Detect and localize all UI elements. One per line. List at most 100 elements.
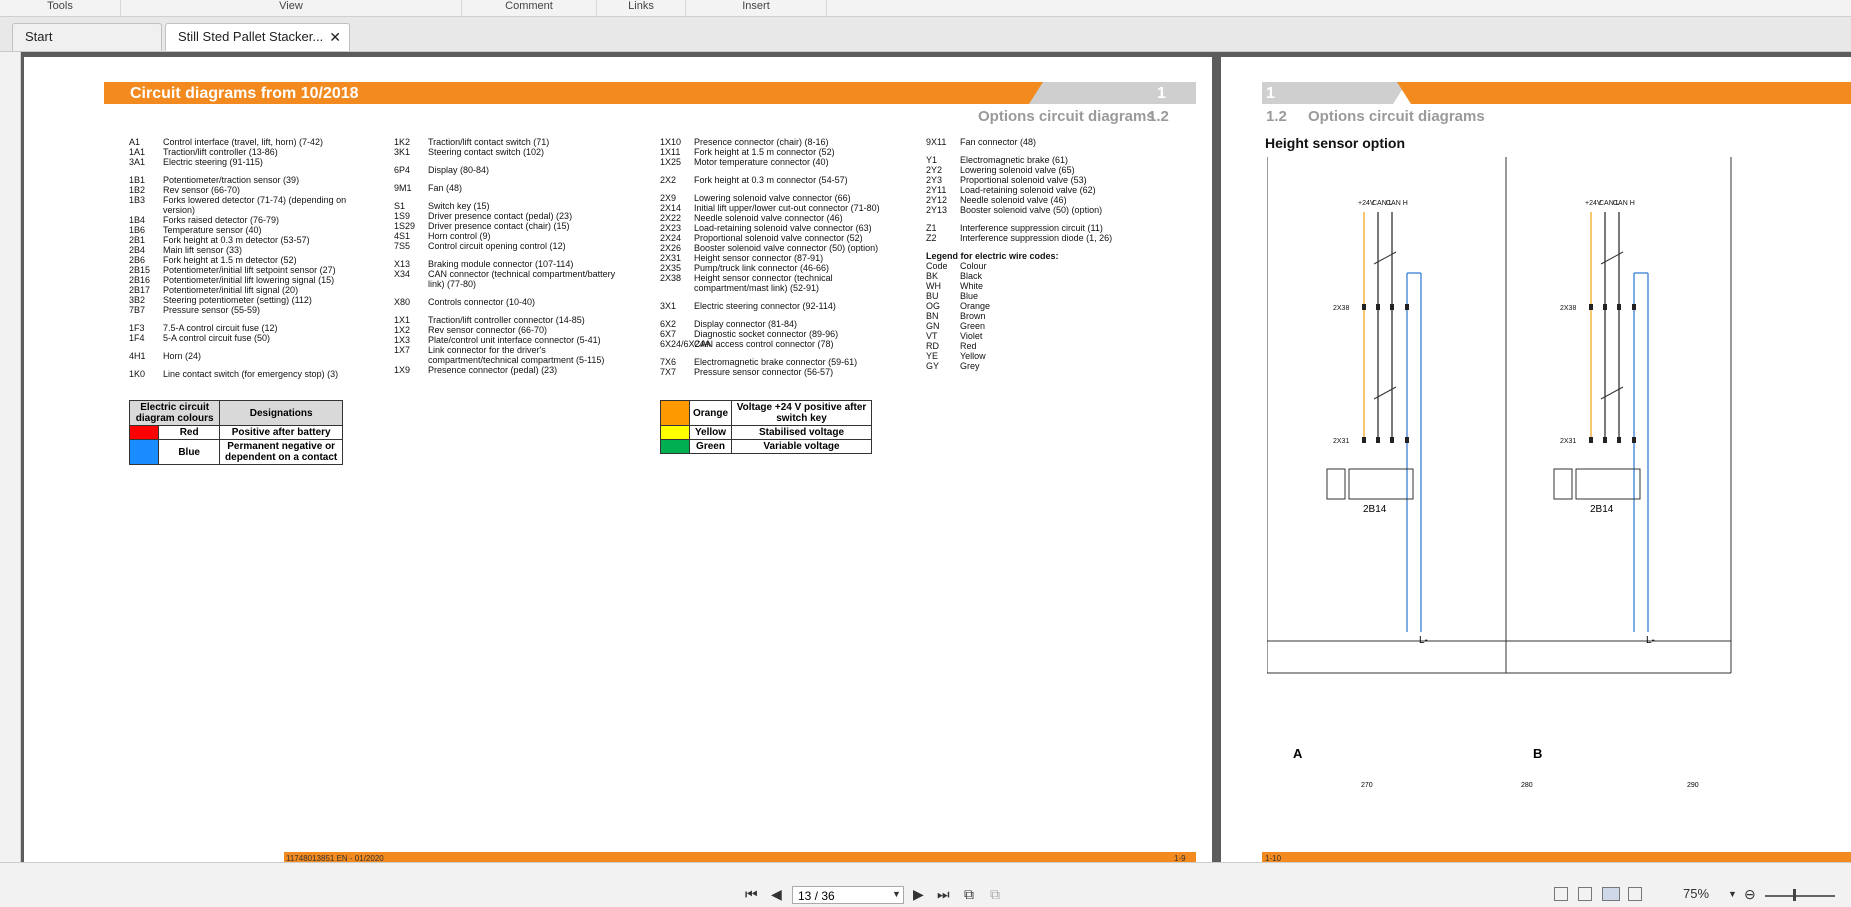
chapter-number: 1 [1266,85,1275,102]
tab-bar: Start Still Sted Pallet Stacker... ✕ [0,17,1851,52]
component-description [163,343,364,351]
component-code: 3A1 [129,157,146,167]
list-item: 2X38 Height sensor connector (technical c… [660,273,900,293]
list-item: A1 Control interface (travel, lift, horn)… [129,137,364,147]
list-item [394,193,634,201]
component-description [960,147,1126,155]
component-code: 7B7 [129,305,146,315]
menu-tools[interactable]: Tools [0,0,121,16]
left-panel-collapse-handle[interactable] [0,52,21,862]
component-description: Traction/lift contact switch (71) [428,137,550,147]
component-description: Diagnostic socket connector (89-96) [694,329,839,339]
two-page-scroll-icon[interactable] [1628,887,1642,901]
component-code: BN [926,311,939,321]
close-icon[interactable]: ✕ [329,24,341,50]
legend-colour-desc: Variable voltage [731,439,872,454]
list-item: 2X24 Proportional solenoid valve connecto… [660,233,900,243]
component-code: 7X7 [660,367,677,377]
list-item: 4S1 Horn control (9) [394,231,634,241]
component-description: Initial lift upper/lower cut-out connect… [694,203,880,213]
component-description: Switch key (15) [428,201,490,211]
component-description: Traction/lift controller (13-86) [163,147,278,157]
tab-start-label: Start [25,29,53,44]
continuous-page-icon[interactable] [1578,887,1592,901]
list-item: 2B4 Main lift sensor (33) [129,245,364,255]
sensor-body [1575,468,1641,500]
component-code: 1X1 [394,315,411,325]
page-dropdown-icon[interactable]: ▼ [892,885,901,903]
component-code: 2Y2 [926,165,943,175]
prev-page-icon[interactable]: ◀ [771,885,782,903]
legend-header-designations: Designations [219,400,343,426]
component-code [129,167,163,175]
component-code: VT [926,331,938,341]
zoom-slider[interactable] [1765,895,1835,897]
connector-label: 2X31 [1560,438,1576,445]
component-description: CAN access control connector (78) [694,339,834,349]
connector-pin [1390,437,1394,443]
twisted-pair-symbol [1373,251,1397,265]
zoom-dropdown-icon[interactable]: ▼ [1728,885,1737,903]
connector-pin [1362,304,1366,310]
component-description: Traction/lift controller connector (14-8… [428,315,585,325]
component-code: X34 [394,269,411,279]
zoom-out-icon[interactable]: ⊖ [1744,885,1756,903]
component-code [129,361,163,369]
panel-label-a: A [1293,746,1303,761]
connector-pin [1632,304,1636,310]
list-item: GN Green [926,321,1126,331]
menu-view[interactable]: View [121,0,462,16]
component-description: CAN connector (technical compartment/bat… [428,269,616,289]
two-page-icon[interactable] [1602,887,1620,901]
list-item: 2Y12 Needle solenoid valve (46) [926,195,1126,205]
last-page-icon[interactable]: ⏭ [937,885,950,903]
legend-colour-name: Green [688,439,733,454]
component-code: 2X2 [660,175,677,185]
list-item: 3K1 Steering contact switch (102) [394,147,634,157]
previous-view-icon[interactable]: ⧉ [964,885,974,903]
next-view-icon[interactable]: ⧉ [990,885,1000,903]
list-item: 6X24/6X24A CAN access control connector (… [660,339,900,349]
menu-insert[interactable]: Insert [686,0,827,16]
list-item [660,167,900,175]
tab-start[interactable]: Start [12,23,162,51]
component-code: 2Y11 [926,185,947,195]
component-description: Black [960,271,983,281]
single-page-icon[interactable] [1554,887,1568,901]
next-page-icon[interactable]: ▶ [913,885,924,903]
component-code: GN [926,321,940,331]
list-item [394,307,634,315]
header-bar [1397,82,1851,104]
menu-links[interactable]: Links [597,0,686,16]
component-code [394,307,428,315]
component-code: 1K0 [129,369,146,379]
ruler-mark-270: 270 [1361,782,1373,789]
component-list-col1: A1 Control interface (travel, lift, horn)… [129,137,364,379]
component-description: Interference suppression diode (1, 26) [960,233,1113,243]
component-description: Driver presence contact (chair) (15) [428,221,570,231]
list-item: 1K2 Traction/lift contact switch (71) [394,137,634,147]
page-number-field[interactable]: 13 / 36 [792,886,904,904]
component-code: 6X2 [660,319,677,329]
list-item: 3X1 Electric steering connector (92-114) [660,301,900,311]
component-description [694,167,900,175]
tab-document[interactable]: Still Sted Pallet Stacker... ✕ [165,23,350,51]
menu-comment[interactable]: Comment [462,0,597,16]
zoom-slider-handle[interactable] [1793,889,1796,901]
component-code: 7X6 [660,357,677,367]
component-code: 1B4 [129,215,146,225]
zoom-level[interactable]: 75% [1683,886,1709,901]
component-code [926,147,960,155]
component-description: Plate/control unit interface connector (… [428,335,601,345]
component-code [660,349,694,357]
component-code: BK [926,271,939,281]
list-item: 1X25 Motor temperature connector (40) [660,157,900,167]
legend-colour-desc: Voltage +24 V positive after switch key [731,400,872,426]
component-code: 1S29 [394,221,416,231]
component-description: Controls connector (10-40) [428,297,536,307]
component-code: 6X7 [660,329,677,339]
first-page-icon[interactable]: ⏮ [745,885,758,903]
list-item: Y1 Electromagnetic brake (61) [926,155,1126,165]
component-description: Fan (48) [428,183,463,193]
list-item: 2X9 Lowering solenoid valve connector (66… [660,193,900,203]
